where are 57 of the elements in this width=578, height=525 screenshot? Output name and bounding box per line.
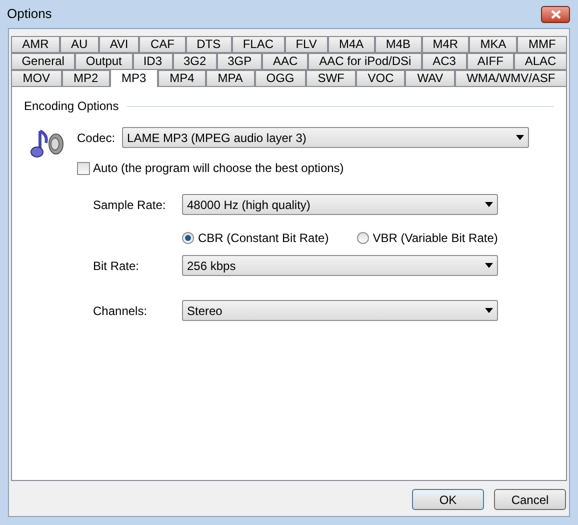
auto-label: Auto (the program will choose the best options) xyxy=(93,160,344,177)
tab[interactable]: DTS xyxy=(186,36,232,53)
dropdown-arrow-icon xyxy=(485,263,493,268)
tab[interactable]: OGG xyxy=(254,70,306,87)
radio-label: CBR (Constant Bit Rate) xyxy=(198,230,329,247)
tab[interactable]: MP4 xyxy=(158,70,206,87)
dropdown-arrow-icon xyxy=(485,202,493,207)
tab[interactable]: Output xyxy=(75,53,133,70)
tab[interactable]: MPA xyxy=(206,70,255,87)
codec-label: Codec: xyxy=(77,130,116,146)
tab[interactable]: MP3 xyxy=(110,69,158,87)
tab[interactable]: AVI xyxy=(98,36,140,53)
tab[interactable]: AAC for iPod/DSi xyxy=(308,53,422,70)
channels-dropdown[interactable]: Stereo xyxy=(182,300,498,321)
tab[interactable]: MP2 xyxy=(62,70,110,87)
auto-checkbox[interactable] xyxy=(77,162,90,174)
tab[interactable]: M4R xyxy=(422,36,470,53)
tab[interactable]: CAF xyxy=(139,36,186,53)
tab[interactable]: 3GP xyxy=(216,53,262,70)
tab[interactable]: WMA/WMV/ASF xyxy=(454,70,567,87)
channels-label: Channels: xyxy=(93,302,148,320)
dropdown-arrow-icon xyxy=(516,135,524,140)
tab[interactable]: ID3 xyxy=(132,53,173,70)
tab[interactable]: M4B xyxy=(374,36,422,53)
tab[interactable]: AU xyxy=(60,36,99,53)
radio-button[interactable] xyxy=(182,232,194,244)
tab[interactable]: MOV xyxy=(11,70,62,87)
tab[interactable]: M4A xyxy=(328,36,375,53)
dropdown-arrow-icon xyxy=(485,308,493,313)
bit-rate-dropdown[interactable]: 256 kbps xyxy=(182,255,498,276)
tab[interactable]: FLV xyxy=(284,36,328,53)
music-speaker-icon xyxy=(30,129,64,159)
tab[interactable]: General xyxy=(11,53,76,70)
sample-rate-dropdown[interactable]: 48000 Hz (high quality) xyxy=(182,194,498,215)
dialog-button[interactable]: Cancel xyxy=(494,489,566,510)
codec-dropdown[interactable]: LAME MP3 (MPEG audio layer 3) xyxy=(122,127,530,148)
tab[interactable]: AMR xyxy=(11,36,60,53)
tab[interactable]: ALAC xyxy=(514,53,567,70)
close-button[interactable] xyxy=(541,6,570,22)
window-title: Options xyxy=(7,5,52,24)
tab[interactable]: SWF xyxy=(306,70,356,87)
dialog-button[interactable]: OK xyxy=(412,489,484,510)
tab[interactable]: MMF xyxy=(517,36,567,53)
tab[interactable]: FLAC xyxy=(232,36,285,53)
bit-rate-label: Bit Rate: xyxy=(93,258,140,274)
sample-rate-label: Sample Rate: xyxy=(93,196,167,214)
tab[interactable]: 3G2 xyxy=(172,53,217,70)
tab[interactable]: MKA xyxy=(469,36,518,53)
tab[interactable]: AAC xyxy=(262,53,308,70)
radio-button[interactable] xyxy=(356,232,369,244)
close-icon xyxy=(550,10,560,18)
tab[interactable]: AIFF xyxy=(466,53,514,70)
group-title: Encoding Options xyxy=(24,98,119,115)
radio-label: VBR (Variable Bit Rate) xyxy=(372,230,498,247)
tab[interactable]: VOC xyxy=(356,70,406,87)
tab[interactable]: AC3 xyxy=(422,53,467,70)
tab[interactable]: WAV xyxy=(405,70,455,87)
